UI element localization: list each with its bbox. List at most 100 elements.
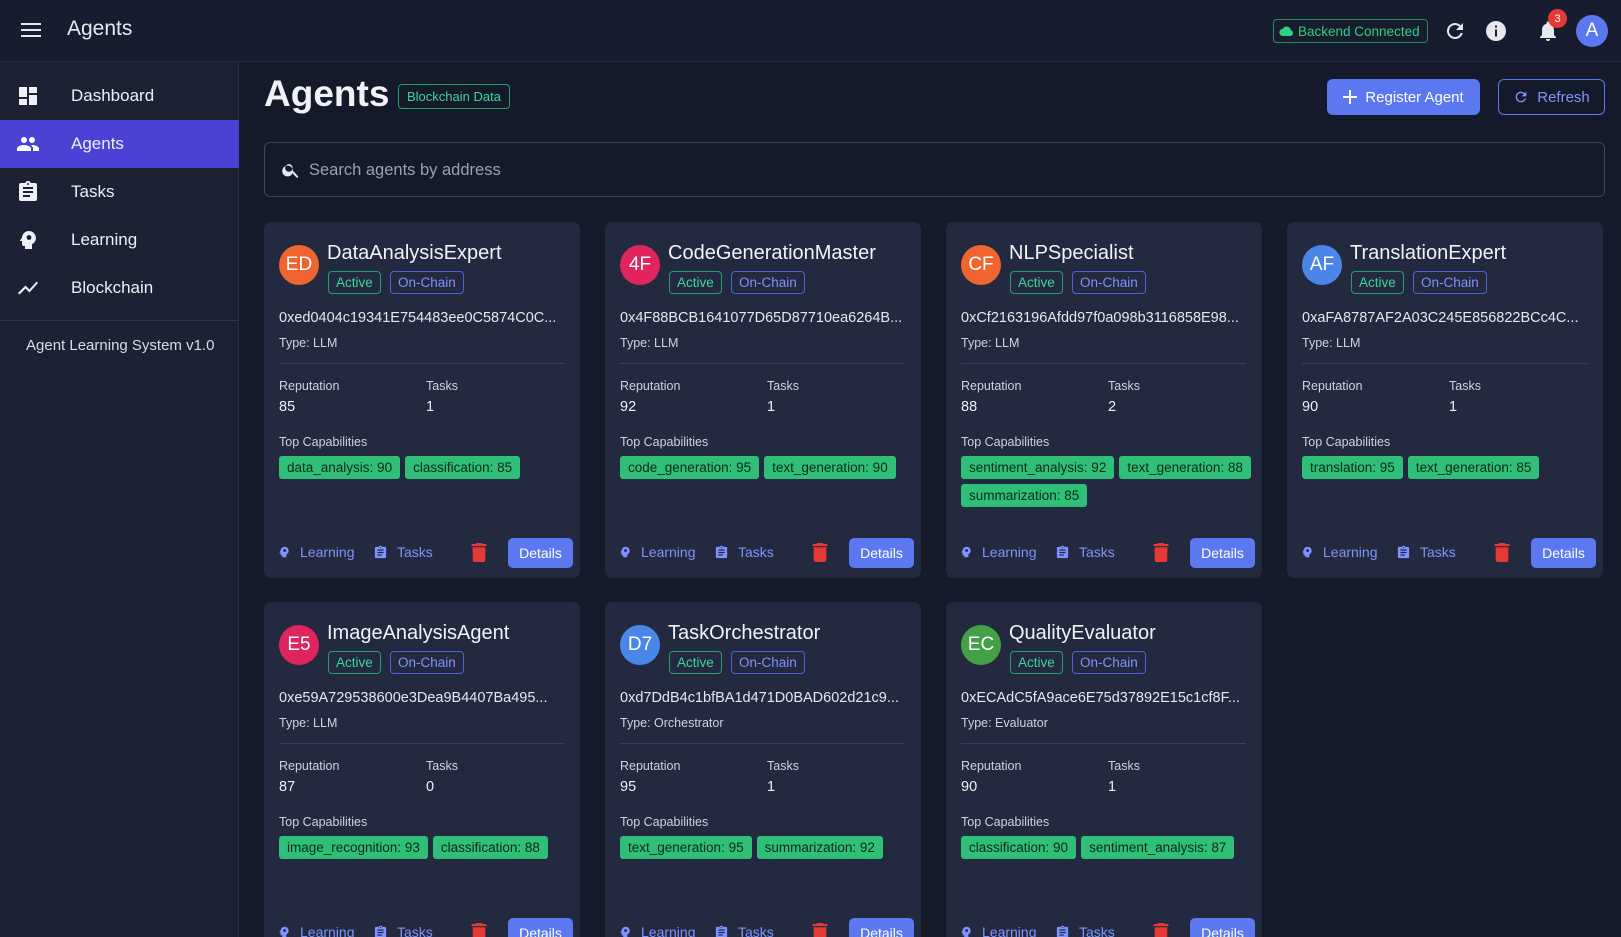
learning-link[interactable]: Learning: [959, 539, 1037, 565]
capability-chip: sentiment_analysis: 92: [961, 456, 1115, 479]
agent-address: 0xECAdC5fA9ace6E75d37892E15c1cf8F...: [961, 690, 1240, 706]
agent-name: ImageAnalysisAgent: [327, 622, 510, 644]
details-button[interactable]: Details: [1531, 538, 1596, 568]
refresh-icon[interactable]: [1443, 19, 1467, 43]
capability-chip: summarization: 92: [756, 836, 883, 859]
details-button[interactable]: Details: [1190, 918, 1255, 937]
trash-icon: [471, 542, 487, 562]
sidebar-item-label: Agents: [71, 134, 124, 153]
tasks-link[interactable]: Tasks: [1055, 539, 1115, 565]
agent-type: Type: LLM: [961, 336, 1020, 350]
learning-link[interactable]: Learning: [277, 539, 355, 565]
tasks-link[interactable]: Tasks: [1055, 919, 1115, 937]
tasks-value: 1: [1449, 399, 1458, 415]
tasks-link-label: Tasks: [1079, 544, 1115, 560]
notification-count-badge: 3: [1548, 9, 1567, 28]
learning-link[interactable]: Learning: [277, 919, 355, 937]
status-badge: Active: [1010, 271, 1063, 294]
details-button[interactable]: Details: [508, 918, 573, 937]
capability-chip: image_recognition: 93: [279, 836, 428, 859]
info-icon[interactable]: [1484, 19, 1508, 43]
capability-list: sentiment_analysis: 92 text_generation: 8…: [961, 456, 1256, 507]
refresh-button[interactable]: Refresh: [1498, 79, 1605, 115]
delete-button[interactable]: [1149, 540, 1173, 564]
blockchain-data-badge: Blockchain Data: [398, 84, 510, 109]
tasks-value: 0: [426, 779, 435, 795]
capability-chip: text_generation: 88: [1119, 456, 1251, 479]
trash-icon: [1494, 542, 1510, 562]
brain-icon: [961, 926, 971, 937]
brain-icon: [279, 546, 289, 558]
menu-icon[interactable]: [18, 19, 44, 43]
learning-link[interactable]: Learning: [618, 919, 696, 937]
details-button[interactable]: Details: [508, 538, 573, 568]
reputation-value: 88: [961, 399, 978, 415]
tasks-link[interactable]: Tasks: [714, 539, 774, 565]
on-chain-badge: On-Chain: [1072, 271, 1146, 294]
card-divider: [279, 743, 564, 744]
tasks-link[interactable]: Tasks: [714, 919, 774, 937]
reputation-label: Reputation: [1302, 379, 1363, 393]
on-chain-badge: On-Chain: [390, 271, 464, 294]
tasks-value: 1: [426, 399, 435, 415]
trash-icon: [1153, 542, 1169, 562]
delete-button[interactable]: [1490, 540, 1514, 564]
delete-button[interactable]: [467, 540, 491, 564]
agent-type: Type: Evaluator: [961, 716, 1048, 730]
card-divider: [279, 363, 564, 364]
card-divider: [620, 363, 905, 364]
tasks-link[interactable]: Tasks: [373, 919, 433, 937]
learning-link[interactable]: Learning: [618, 539, 696, 565]
capability-chip: classification: 85: [405, 456, 521, 479]
agent-avatar: E5: [279, 625, 319, 665]
sidebar-item-dashboard[interactable]: Dashboard: [0, 72, 239, 120]
people-icon: [17, 137, 39, 151]
tasks-link[interactable]: Tasks: [1396, 539, 1456, 565]
learning-link-label: Learning: [1323, 544, 1378, 560]
on-chain-badge: On-Chain: [1413, 271, 1487, 294]
delete-button[interactable]: [808, 540, 832, 564]
on-chain-badge: On-Chain: [731, 651, 805, 674]
capability-chip: data_analysis: 90: [279, 456, 401, 479]
agent-type: Type: LLM: [279, 336, 338, 350]
reputation-label: Reputation: [279, 759, 340, 773]
agent-address: 0xe59A729538600e3Dea9B4407Ba495...: [279, 690, 548, 706]
clipboard-icon: [715, 545, 728, 558]
details-button[interactable]: Details: [849, 538, 914, 568]
tasks-label: Tasks: [1108, 759, 1140, 773]
capability-chip: text_generation: 90: [764, 456, 896, 479]
reputation-value: 87: [279, 779, 296, 795]
top-capabilities-label: Top Capabilities: [961, 815, 1050, 829]
sidebar-item-agents[interactable]: Agents: [0, 120, 239, 168]
sidebar-item-learning[interactable]: Learning: [0, 216, 239, 264]
search-bar: [264, 142, 1605, 197]
agent-address: 0x4F88BCB1641077D65D87710ea6264B...: [620, 310, 903, 326]
learning-link[interactable]: Learning: [1300, 539, 1378, 565]
learning-link-label: Learning: [641, 924, 696, 937]
details-button[interactable]: Details: [1190, 538, 1255, 568]
sidebar-item-tasks[interactable]: Tasks: [0, 168, 239, 216]
tasks-link-label: Tasks: [738, 544, 774, 560]
search-input[interactable]: [309, 153, 1589, 187]
capability-chip: text_generation: 85: [1407, 456, 1540, 479]
trash-icon: [812, 922, 828, 937]
agent-type: Type: LLM: [1302, 336, 1361, 350]
sidebar-item-label: Dashboard: [71, 86, 155, 105]
sidebar-item-blockchain[interactable]: Blockchain: [0, 264, 239, 312]
delete-button[interactable]: [467, 920, 491, 937]
delete-button[interactable]: [1149, 920, 1173, 937]
tasks-link-label: Tasks: [397, 544, 433, 560]
capability-chip: classification: 88: [432, 836, 548, 859]
reputation-label: Reputation: [620, 379, 681, 393]
sidebar-item-label: Blockchain: [71, 278, 154, 297]
tasks-label: Tasks: [1108, 379, 1140, 393]
register-agent-button[interactable]: Register Agent: [1327, 79, 1480, 115]
agent-card: E5 ImageAnalysisAgent Active On-Chain 0x…: [264, 602, 580, 937]
agent-type: Type: LLM: [620, 336, 679, 350]
status-badge: Active: [669, 651, 722, 674]
tasks-link[interactable]: Tasks: [373, 539, 433, 565]
delete-button[interactable]: [808, 920, 832, 937]
learning-link[interactable]: Learning: [959, 919, 1037, 937]
details-button[interactable]: Details: [849, 918, 914, 937]
user-avatar[interactable]: A: [1576, 15, 1608, 47]
